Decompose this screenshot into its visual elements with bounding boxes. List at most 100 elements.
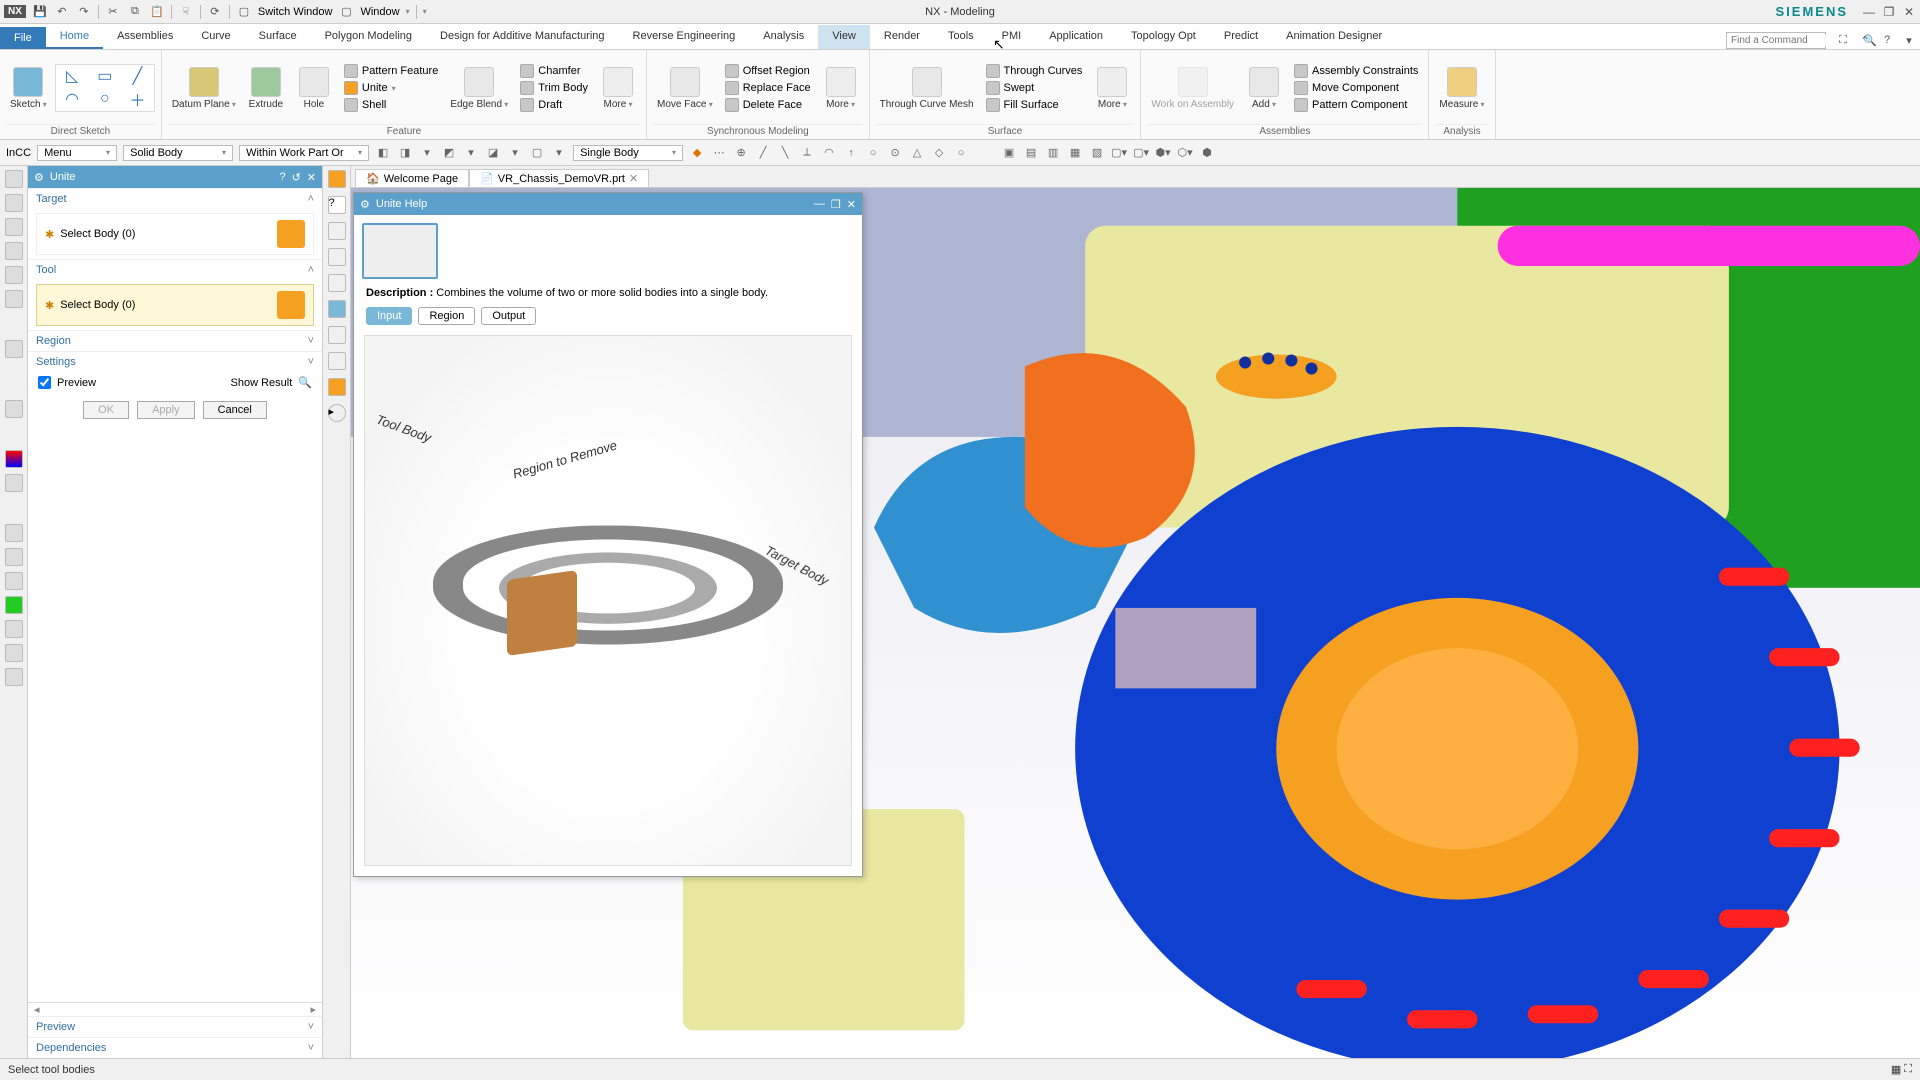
scroll-right-icon[interactable]: ▸ (310, 1003, 316, 1016)
help-tab-output[interactable]: Output (481, 307, 536, 325)
menu-button[interactable]: Menu (37, 145, 117, 161)
help-gear-icon[interactable]: ⚙ (360, 198, 370, 211)
help-tab-input[interactable]: Input (366, 307, 412, 325)
tab-reverse[interactable]: Reverse Engineering (619, 25, 750, 49)
undo-icon[interactable]: ↶ (54, 4, 70, 20)
part-nav-icon[interactable] (5, 218, 23, 236)
snap-icon8[interactable]: ⊙ (887, 145, 903, 161)
find-command-box[interactable]: 🔍 (1726, 32, 1826, 49)
assembly-constraints-button[interactable]: Assembly Constraints (1290, 63, 1422, 79)
filter-icon9[interactable]: ▾ (551, 145, 567, 161)
view-icon5[interactable]: ▧ (1089, 145, 1105, 161)
scope-select[interactable]: Within Work Part Or (239, 145, 369, 161)
palette-icon[interactable] (5, 450, 23, 468)
window-label[interactable]: Window (360, 6, 399, 18)
sketch-tools-grid[interactable]: ◺▭╱ ◠○＋ (55, 64, 155, 112)
doctab-close-icon[interactable]: ✕ (629, 172, 638, 185)
doctab-welcome[interactable]: 🏠 Welcome Page (355, 169, 469, 187)
filter-icon8[interactable]: ▢ (529, 145, 545, 161)
view-dd2[interactable]: ▢▾ (1133, 145, 1149, 161)
delete-face-button[interactable]: Delete Face (721, 97, 815, 113)
paste-icon[interactable]: 📋 (149, 4, 165, 20)
view-nav-icon[interactable] (328, 352, 346, 370)
tab-render[interactable]: Render (870, 25, 934, 49)
trim-body-button[interactable]: Trim Body (516, 80, 592, 96)
sketch-button[interactable]: Sketch (6, 65, 51, 112)
unite-button[interactable]: Unite ▾ (340, 80, 442, 96)
help-minimize-icon[interactable]: — (814, 198, 825, 210)
ribbon-options-icon[interactable]: ▾ (1900, 31, 1918, 49)
scroll-left-icon[interactable]: ◂ (34, 1003, 40, 1016)
preview-checkbox[interactable] (38, 376, 51, 389)
highlight-icon[interactable]: ◆ (689, 145, 705, 161)
dialog-help-toggle-icon[interactable]: ? (279, 171, 285, 183)
feature-more-button[interactable]: More (596, 65, 640, 112)
filter-icon4[interactable]: ◩ (441, 145, 457, 161)
tool-select-row[interactable]: ✱ Select Body (0) (36, 284, 314, 326)
swept-button[interactable]: Swept (982, 80, 1087, 96)
help-tab-region[interactable]: Region (418, 307, 475, 325)
filter-icon2[interactable]: ◨ (397, 145, 413, 161)
tab-additive[interactable]: Design for Additive Manufacturing (426, 25, 618, 49)
edge-icon[interactable] (328, 274, 346, 292)
bottom-icon5[interactable] (5, 620, 23, 638)
dialog-options-icon[interactable]: ⚙ (34, 171, 44, 184)
target-select-row[interactable]: ✱ Select Body (0) (36, 213, 314, 255)
add-component-button[interactable]: Add (1242, 65, 1286, 112)
section-tool[interactable]: Tool˄ (28, 259, 322, 280)
help-maximize-icon[interactable]: ❐ (831, 198, 841, 211)
bottom-icon6[interactable] (5, 644, 23, 662)
tab-application[interactable]: Application (1035, 25, 1117, 49)
filter-icon3[interactable]: ▾ (419, 145, 435, 161)
filter-icon5[interactable]: ▾ (463, 145, 479, 161)
edge-blend-button[interactable]: Edge Blend (446, 65, 512, 112)
move-face-button[interactable]: Move Face (653, 65, 717, 112)
show-result-icon[interactable]: 🔍 (298, 376, 312, 389)
tab-assemblies[interactable]: Assemblies (103, 25, 187, 49)
section-region[interactable]: Region˅ (28, 330, 322, 351)
close-icon[interactable]: ✕ (1902, 5, 1916, 19)
fill-surface-button[interactable]: Fill Surface (982, 97, 1087, 113)
fullscreen-icon[interactable]: ⛶ (1834, 31, 1852, 49)
chamfer-button[interactable]: Chamfer (516, 63, 592, 79)
view-icon2[interactable]: ▤ (1023, 145, 1039, 161)
type-filter-select[interactable]: Solid Body (123, 145, 233, 161)
extrude-button[interactable]: Extrude (244, 65, 288, 112)
curve-mesh-button[interactable]: Through Curve Mesh (876, 65, 978, 112)
view-dd1[interactable]: ▢▾ (1111, 145, 1127, 161)
snap-icon7[interactable]: ○ (865, 145, 881, 161)
section-target[interactable]: Target˄ (28, 188, 322, 209)
snap-icon5[interactable]: ◠ (821, 145, 837, 161)
reuse-icon[interactable] (5, 290, 23, 308)
refresh-icon[interactable]: ⟳ (207, 4, 223, 20)
file-menu[interactable]: File (0, 27, 46, 49)
bottom-icon7[interactable] (5, 668, 23, 686)
collapse-ribbon-icon[interactable]: ⌃ (1856, 31, 1874, 49)
switch-window-label[interactable]: Switch Window (258, 6, 333, 18)
snap-icon6[interactable]: ↑ (843, 145, 859, 161)
csys-icon[interactable] (328, 326, 346, 344)
sync-more-button[interactable]: More (819, 65, 863, 112)
more-filters-icon[interactable]: ⋯ (711, 145, 727, 161)
tab-view[interactable]: View (818, 25, 870, 49)
snap-icon10[interactable]: ◇ (931, 145, 947, 161)
cut-icon[interactable]: ✂ (105, 4, 121, 20)
render-icon[interactable] (328, 378, 346, 396)
status-icon1[interactable]: ▦ (1891, 1063, 1901, 1076)
section-settings[interactable]: Settings˅ (28, 351, 322, 372)
constraint-icon[interactable] (5, 266, 23, 284)
section-dependencies[interactable]: Dependencies˅ (28, 1037, 322, 1058)
facet-icon[interactable] (328, 300, 346, 318)
view-dd4[interactable]: ⬡▾ (1177, 145, 1193, 161)
target-body-icon[interactable] (277, 220, 305, 248)
tab-home[interactable]: Home (46, 25, 103, 49)
tab-predict[interactable]: Predict (1210, 25, 1272, 49)
help-hint-icon[interactable]: ? (328, 196, 346, 214)
face-icon[interactable] (328, 248, 346, 266)
view-dd3[interactable]: ⬢▾ (1155, 145, 1171, 161)
dialog-close-icon[interactable]: ✕ (307, 171, 316, 184)
move-component-button[interactable]: Move Component (1290, 80, 1422, 96)
assembly-nav-icon[interactable] (5, 242, 23, 260)
datum-plane-button[interactable]: Datum Plane (168, 65, 240, 112)
view-icon6[interactable]: ⬢ (1199, 145, 1215, 161)
